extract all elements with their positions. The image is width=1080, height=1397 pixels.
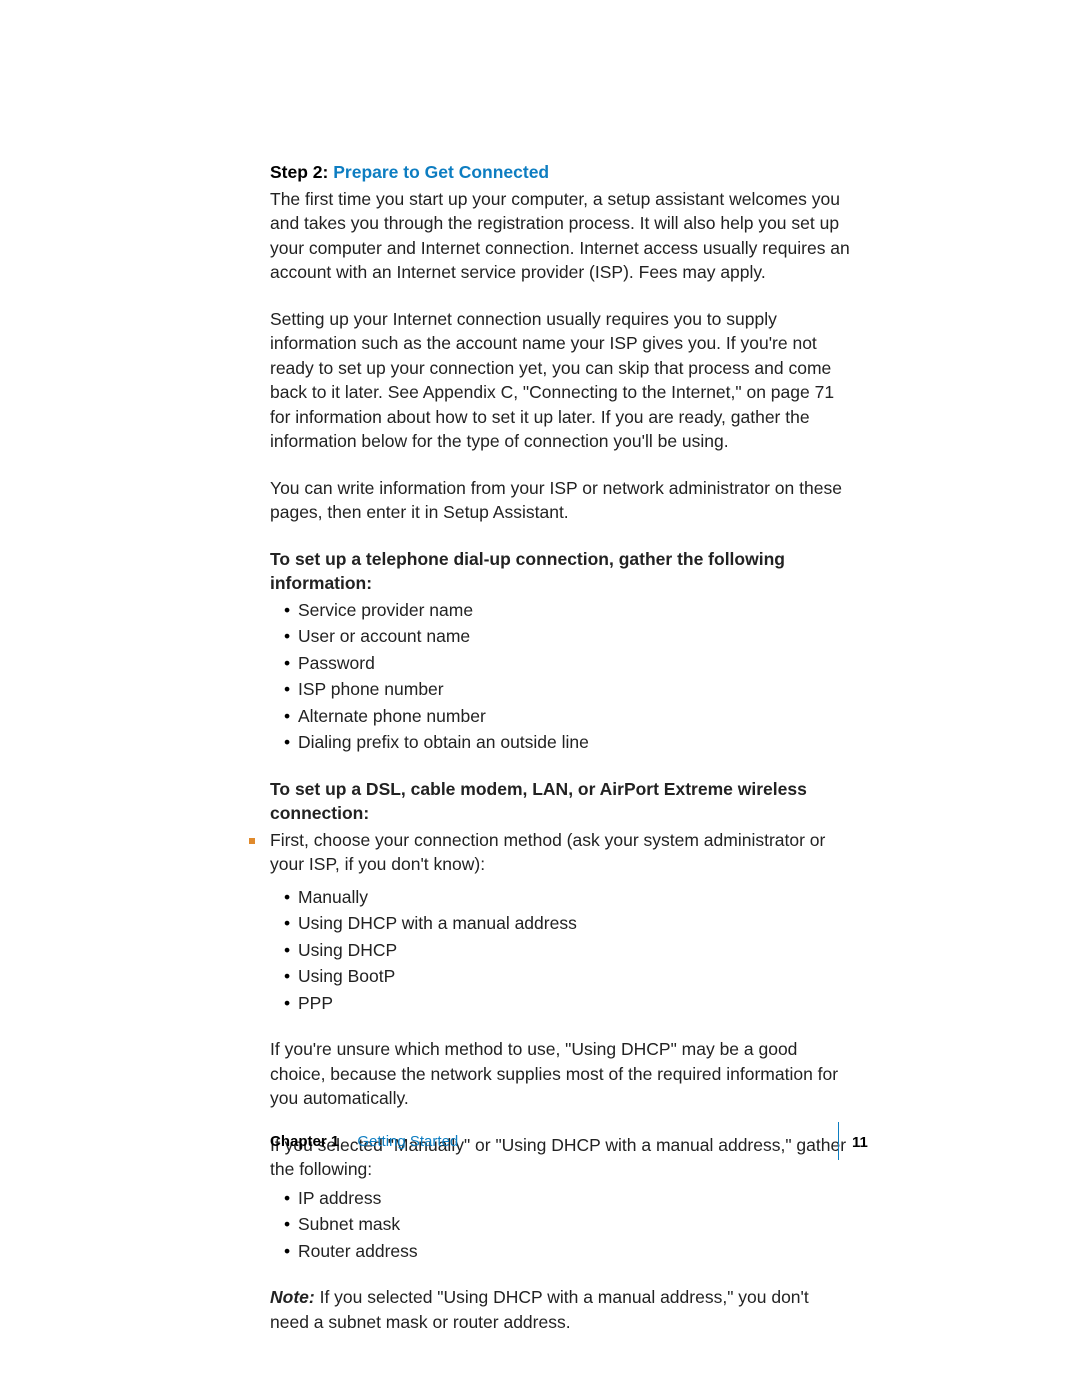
list-item: Using DHCP with a manual address	[284, 911, 850, 936]
list-item: Using DHCP	[284, 938, 850, 963]
footer-left: Chapter 1 Getting Started	[270, 1134, 458, 1149]
list-item: Manually	[284, 885, 850, 910]
note-text: If you selected "Using DHCP with a manua…	[270, 1287, 809, 1332]
intro-paragraph-3: You can write information from your ISP …	[270, 476, 850, 525]
list-item: Password	[284, 651, 850, 676]
list-item: Service provider name	[284, 598, 850, 623]
chapter-title: Getting Started	[357, 1133, 458, 1150]
page-number: 11	[852, 1135, 868, 1150]
list-item: IP address	[284, 1186, 850, 1211]
list-item: PPP	[284, 991, 850, 1016]
list-item: User or account name	[284, 624, 850, 649]
list-item: Router address	[284, 1239, 850, 1264]
list-item: ISP phone number	[284, 677, 850, 702]
chapter-label: Chapter 1	[270, 1133, 339, 1150]
list-item: Using BootP	[284, 964, 850, 989]
dhcp-hint-paragraph: If you're unsure which method to use, "U…	[270, 1037, 850, 1111]
step-number: Step 2:	[270, 162, 328, 182]
list-item: Subnet mask	[284, 1212, 850, 1237]
intro-paragraph-2: Setting up your Internet connection usua…	[270, 307, 850, 454]
methods-list: Manually Using DHCP with a manual addres…	[270, 885, 850, 1016]
step-title: Prepare to Get Connected	[333, 162, 549, 182]
dialup-subhead: To set up a telephone dial-up connection…	[270, 547, 850, 596]
dialup-list: Service provider name User or account na…	[270, 598, 850, 755]
note-label: Note:	[270, 1287, 315, 1307]
dsl-intro-text: First, choose your connection method (as…	[248, 828, 850, 877]
step-heading: Step 2: Prepare to Get Connected	[270, 160, 850, 185]
list-item: Dialing prefix to obtain an outside line	[284, 730, 850, 755]
manual-list: IP address Subnet mask Router address	[270, 1186, 850, 1264]
intro-paragraph-1: The first time you start up your compute…	[270, 187, 850, 285]
dsl-subhead: To set up a DSL, cable modem, LAN, or Ai…	[270, 777, 850, 826]
document-page: Step 2: Prepare to Get Connected The fir…	[0, 0, 1080, 1397]
dsl-intro-block: First, choose your connection method (as…	[248, 828, 850, 877]
page-footer: Chapter 1 Getting Started 11	[270, 1134, 870, 1149]
page-body: Step 2: Prepare to Get Connected The fir…	[270, 160, 850, 1356]
list-item: Alternate phone number	[284, 704, 850, 729]
note-paragraph: Note: If you selected "Using DHCP with a…	[270, 1285, 850, 1334]
footer-divider	[838, 1122, 839, 1160]
